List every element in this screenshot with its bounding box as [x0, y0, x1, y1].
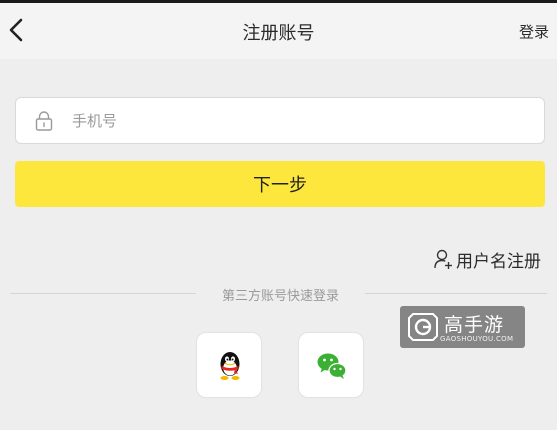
qq-login-button[interactable]	[196, 332, 262, 398]
third-party-divider: 第三方账号快速登录	[10, 285, 547, 304]
navbar: 注册账号 登录	[0, 3, 557, 59]
page-title: 注册账号	[242, 23, 315, 44]
divider-line-right	[365, 293, 547, 294]
login-link[interactable]: 登录	[519, 21, 549, 42]
wechat-login-button[interactable]	[298, 332, 364, 398]
username-register-link[interactable]: 用户名注册	[433, 247, 541, 272]
divider-line-left	[10, 293, 196, 294]
username-register-label: 用户名注册	[456, 251, 541, 272]
lock-icon	[35, 111, 53, 131]
site-watermark: 高手游 GAOSHOUYOU.COM	[400, 306, 525, 348]
phone-field[interactable]	[15, 97, 545, 144]
phone-input[interactable]	[72, 98, 532, 143]
user-add-icon	[434, 249, 452, 269]
site-logo-icon	[408, 313, 438, 341]
qq-icon	[220, 352, 240, 380]
watermark-url: GAOSHOUYOU.COM	[440, 335, 514, 343]
third-party-label: 第三方账号快速登录	[221, 289, 339, 304]
next-step-button[interactable]: 下一步	[15, 161, 545, 207]
wechat-icon	[317, 353, 347, 379]
watermark-title: 高手游	[444, 314, 505, 336]
